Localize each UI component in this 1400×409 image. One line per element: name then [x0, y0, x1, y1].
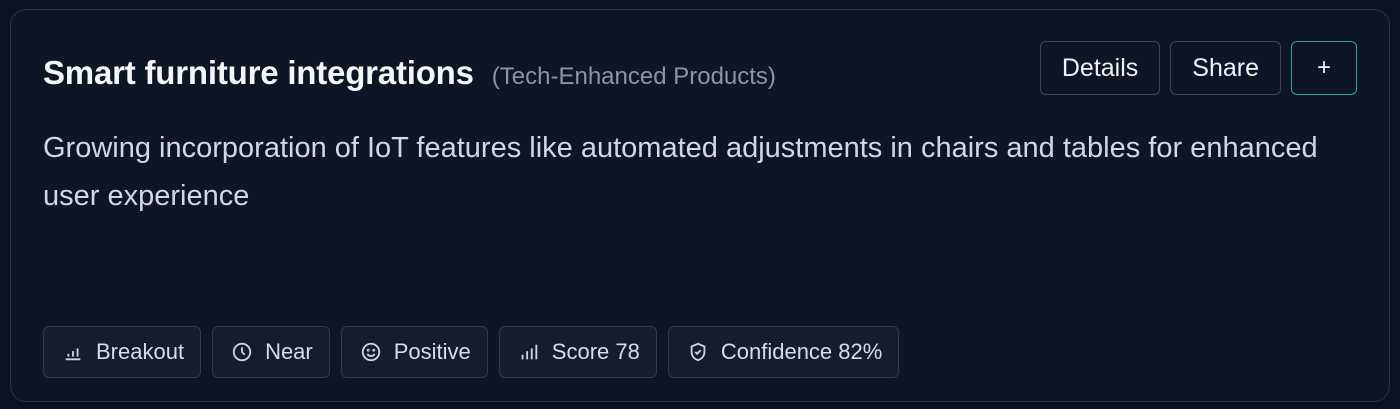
tag-score: Score 78: [498, 326, 657, 378]
tag-breakout: Breakout: [43, 326, 202, 378]
tag-label: Near: [265, 339, 313, 364]
card-actions: Details Share +: [1039, 41, 1357, 95]
card-header: Smart furniture integrations (Tech-Enhan…: [43, 54, 776, 92]
add-button[interactable]: +: [1291, 41, 1357, 95]
trend-card: Smart furniture integrations (Tech-Enhan…: [10, 9, 1390, 402]
tag-near: Near: [212, 326, 330, 378]
details-button[interactable]: Details: [1039, 41, 1161, 95]
shield-check-icon: [690, 342, 706, 362]
card-category: (Tech-Enhanced Products): [491, 63, 776, 90]
bar-chart-icon: [65, 348, 81, 361]
clock-icon: [232, 342, 252, 362]
tag-label: Confidence 82%: [720, 339, 883, 364]
signal-bars-icon: [521, 344, 538, 360]
smile-icon: [361, 342, 380, 362]
card-title: Smart furniture integrations: [43, 54, 474, 91]
share-button[interactable]: Share: [1170, 41, 1281, 95]
tag-label: Score 78: [551, 339, 640, 364]
tag-label: Positive: [393, 339, 471, 364]
tag-positive: Positive: [340, 326, 488, 378]
tag-label: Breakout: [96, 339, 185, 364]
tag-list: Breakout Near Positive Score 78 Confiden…: [43, 326, 900, 378]
tag-confidence: Confidence 82%: [667, 326, 900, 378]
card-description: Growing incorporation of IoT features li…: [43, 132, 1318, 212]
